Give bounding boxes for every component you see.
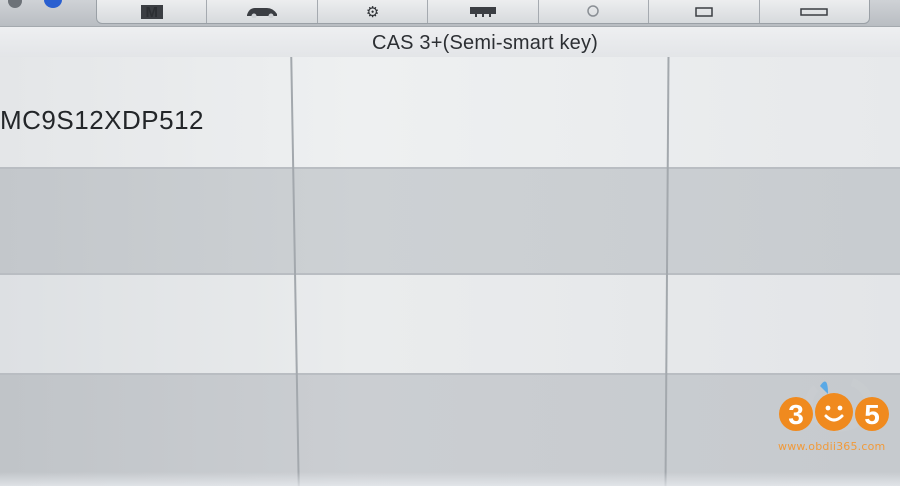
chat-icon bbox=[799, 5, 829, 20]
data-table: MC9S12XDP512 bbox=[0, 57, 900, 486]
table-row[interactable] bbox=[0, 375, 900, 486]
obdii365-logo-icon: 3 5 bbox=[779, 378, 889, 432]
watermark-site: www.obdii365.com bbox=[778, 440, 886, 453]
app-badge-icon bbox=[44, 0, 62, 8]
gear-icon: ⚙ bbox=[365, 3, 380, 21]
table-row[interactable] bbox=[0, 169, 900, 275]
table-cell-chip: MC9S12XDP512 bbox=[0, 105, 204, 135]
table-row[interactable] bbox=[0, 275, 900, 375]
square-icon bbox=[694, 5, 714, 20]
tab-circle[interactable] bbox=[539, 0, 650, 23]
bottom-edge bbox=[0, 472, 900, 486]
chip-icon bbox=[468, 5, 498, 20]
tab-settings[interactable]: ⚙ bbox=[318, 0, 429, 23]
page-title: CAS 3+(Semi-smart key) bbox=[371, 31, 599, 54]
table-row[interactable]: MC9S12XDP512 bbox=[0, 57, 900, 169]
tab-m[interactable]: M bbox=[97, 0, 208, 23]
watermark-digit-5: 5 bbox=[864, 399, 880, 430]
status-indicators bbox=[0, 0, 70, 8]
watermark-logo: 3 5 www.obdii365.com bbox=[776, 372, 894, 458]
tab-square[interactable] bbox=[649, 0, 760, 23]
page-title-bar: CAS 3+(Semi-smart key) bbox=[0, 26, 900, 58]
function-tab-bar: M ⚙ bbox=[96, 0, 870, 24]
car-icon bbox=[245, 4, 279, 21]
circle-icon bbox=[584, 4, 602, 20]
tab-car[interactable] bbox=[207, 0, 318, 23]
status-dot-icon bbox=[8, 0, 22, 8]
top-toolbar: M ⚙ bbox=[0, 0, 900, 26]
tab-chip[interactable] bbox=[428, 0, 539, 23]
watermark-digit-3: 3 bbox=[788, 399, 804, 430]
tab-chat[interactable] bbox=[760, 0, 869, 23]
m-icon: M bbox=[140, 5, 163, 20]
